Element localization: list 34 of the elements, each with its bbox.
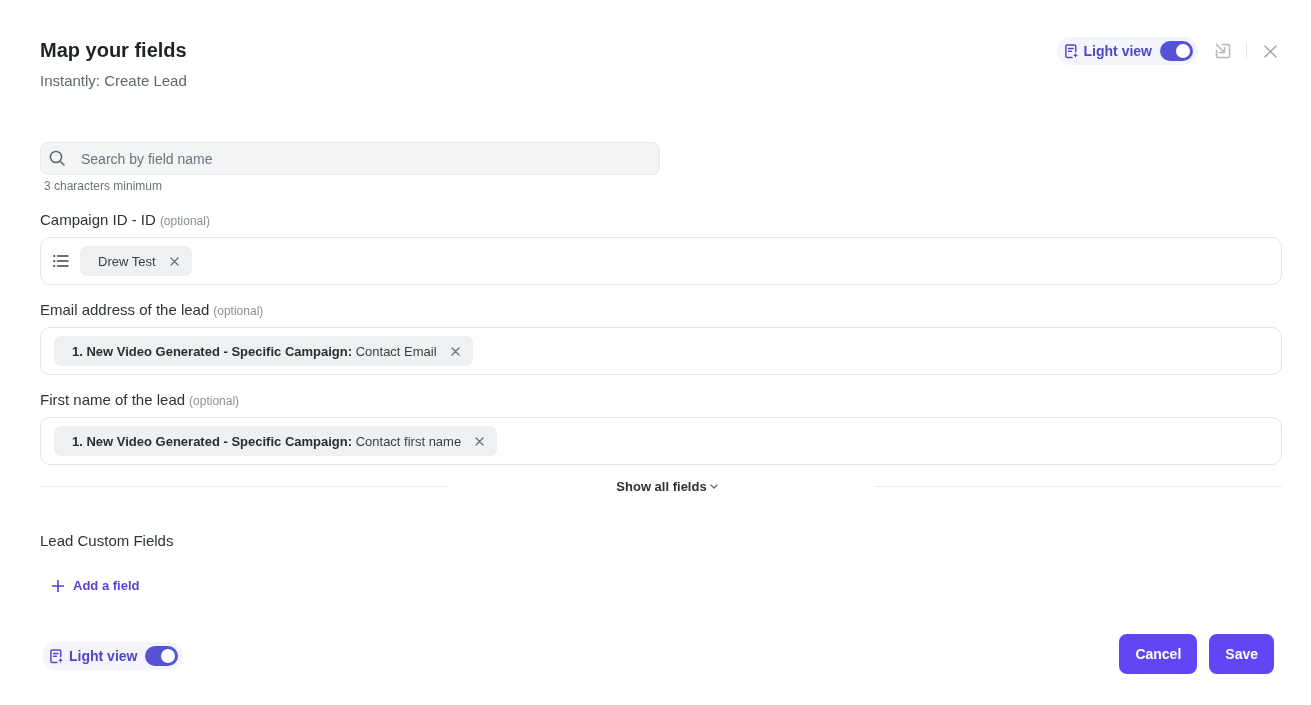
optional-note: (optional) xyxy=(189,393,240,410)
document-sparkle-icon xyxy=(1063,43,1079,59)
add-field-button[interactable]: Add a field xyxy=(40,576,140,596)
mapping-field[interactable]: Drew Test xyxy=(40,237,1282,285)
mapping-field[interactable]: 1. New Video Generated - Specific Campaign: Contact Email xyxy=(40,327,1282,375)
search-icon xyxy=(49,150,65,166)
plus-icon xyxy=(52,580,64,592)
show-all-fields-button[interactable]: Show all fields xyxy=(616,478,718,494)
chip-text: Drew Test xyxy=(98,253,156,269)
chip-text: 1. New Video Generated - Specific Campaign: Contact first name xyxy=(72,433,462,449)
remove-icon[interactable] xyxy=(450,346,460,356)
search-field[interactable]: Search by field name xyxy=(40,142,660,175)
search-hint: 3 characters minimum xyxy=(44,178,163,194)
section-heading: Lead Custom Fields xyxy=(40,531,174,551)
dialog-title: Map your fields xyxy=(40,38,187,62)
light-view-label: Light view xyxy=(69,648,138,664)
field-label: First name of the lead xyxy=(40,390,186,410)
light-view-label: Light view xyxy=(1083,43,1152,59)
field-label: Email address of the lead xyxy=(40,300,210,320)
dialog-button[interactable]: Cancel xyxy=(1119,634,1198,674)
optional-note: (optional) xyxy=(159,213,210,230)
field-label: Campaign ID - ID xyxy=(40,210,156,230)
chip-text: 1. New Video Generated - Specific Campaign: Contact Email xyxy=(72,343,437,359)
light-view-toggle[interactable] xyxy=(1160,41,1193,61)
list-icon xyxy=(53,254,69,268)
remove-icon[interactable] xyxy=(475,436,485,446)
dialog-subtitle: Instantly: Create Lead xyxy=(40,71,187,91)
light-view-toggle[interactable] xyxy=(145,646,179,666)
mapping-field[interactable]: 1. New Video Generated - Specific Campaign: Contact first name xyxy=(40,417,1282,465)
close-icon[interactable] xyxy=(1264,44,1277,58)
remove-icon[interactable] xyxy=(169,256,179,266)
optional-note: (optional) xyxy=(213,303,264,320)
dialog-button[interactable]: Save xyxy=(1209,634,1274,674)
document-sparkle-icon xyxy=(49,648,64,664)
